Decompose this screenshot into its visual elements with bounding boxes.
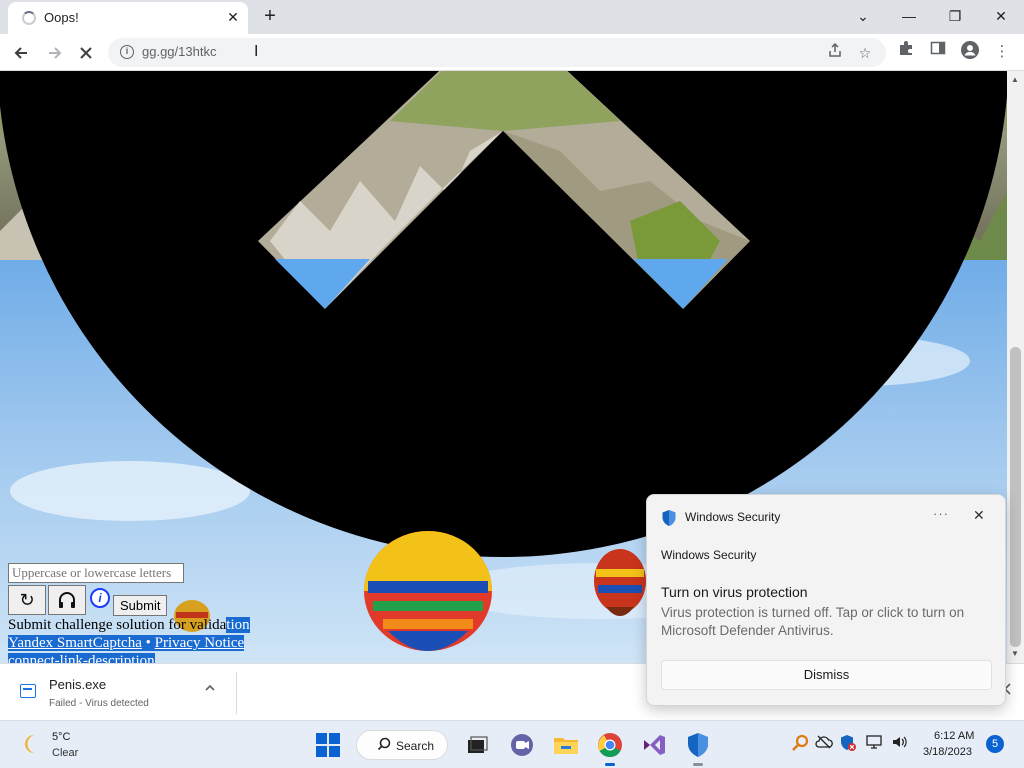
download-options-chevron-icon[interactable] (204, 682, 216, 697)
stop-loading-icon[interactable] (73, 40, 99, 66)
tab-close-icon[interactable]: ✕ (224, 8, 242, 26)
window-close-button[interactable]: ✕ (981, 4, 1021, 28)
windows-security-notification[interactable]: Windows Security ··· ✕ Windows Security … (646, 494, 1006, 706)
notification-count-badge[interactable]: 5 (986, 735, 1004, 753)
clock-time[interactable]: 6:12 AM (934, 730, 974, 742)
toast-body: Virus protection is turned off. Tap or c… (661, 605, 965, 638)
privacy-notice-link[interactable]: Privacy Notice (154, 635, 245, 651)
balloon-large (364, 531, 492, 651)
submit-caption: Submit challenge solution for validation (8, 616, 250, 634)
extensions-puzzle-icon[interactable] (894, 40, 918, 64)
search-icon (377, 737, 391, 754)
tray-security-warning-icon[interactable] (838, 734, 858, 754)
tray-search-magnifier-icon[interactable] (790, 734, 810, 754)
task-view-icon[interactable] (462, 731, 490, 759)
defender-running-indicator (693, 763, 703, 766)
network-icon[interactable] (864, 734, 884, 754)
restore-button[interactable]: ❐ (935, 4, 975, 28)
browser-tab-strip: Oops! ✕ + ⌄ — ❐ ✕ (0, 0, 1024, 34)
minimize-button[interactable]: — (889, 4, 929, 28)
taskbar-search[interactable]: Search (356, 730, 448, 760)
bookmark-star-icon[interactable]: ☆ (854, 42, 876, 64)
crescent-moon-icon[interactable] (20, 733, 42, 755)
download-divider (236, 672, 237, 714)
dismiss-button[interactable]: Dismiss (661, 660, 992, 690)
scroll-thumb[interactable] (1010, 347, 1021, 647)
smartcaptcha-link[interactable]: Yandex SmartCaptcha (8, 635, 142, 651)
browser-toolbar: i gg.gg/13htkc I ☆ ⋮ (0, 34, 1024, 71)
weather-condition[interactable]: Clear (52, 747, 78, 759)
onedrive-offline-icon[interactable] (814, 734, 834, 754)
volume-icon[interactable] (890, 734, 910, 754)
weather-temperature[interactable]: 5°C (52, 731, 70, 743)
url-text[interactable]: gg.gg/13htkc (142, 44, 216, 59)
captcha-audio-button[interactable] (48, 585, 86, 615)
submit-caption-part3: tion (226, 617, 250, 633)
tab-title: Oops! (44, 10, 79, 25)
loading-spinner-icon (22, 11, 36, 25)
connect-link-line: connect-link-description (8, 652, 155, 663)
share-icon[interactable] (824, 42, 846, 64)
text-cursor-icon: I (254, 43, 259, 60)
browser-menu-icon[interactable]: ⋮ (990, 40, 1014, 64)
teams-chat-icon[interactable] (508, 731, 536, 759)
submit-caption-part2: for valida (168, 617, 227, 633)
captcha-info-icon[interactable]: i (90, 588, 110, 608)
tab-search-icon[interactable]: ⌄ (843, 4, 883, 28)
toast-close-icon[interactable]: ✕ (973, 507, 985, 524)
clock-date[interactable]: 3/18/2023 (923, 746, 972, 758)
toast-more-options-icon[interactable]: ··· (933, 506, 949, 521)
side-panel-icon[interactable] (926, 40, 950, 64)
search-label: Search (396, 739, 435, 753)
visual-studio-icon[interactable] (640, 731, 668, 759)
page-scrollbar[interactable]: ▲ ▼ (1007, 71, 1024, 663)
browser-tab-active[interactable]: Oops! ✕ (8, 2, 248, 34)
profile-avatar-icon[interactable] (958, 40, 982, 64)
chrome-icon[interactable] (596, 731, 624, 759)
toast-subtitle: Windows Security (661, 548, 757, 562)
desktop-screen: Oops! ✕ + ⌄ — ❐ ✕ i gg.gg/13htkc I ☆ ⋮ U… (0, 0, 1024, 768)
back-arrow-icon[interactable] (9, 40, 35, 66)
captcha-submit-button[interactable]: Submit (113, 595, 168, 616)
submit-caption-part1: Submit challenge solution (8, 617, 169, 633)
scroll-up-arrow-icon[interactable]: ▲ (1011, 75, 1019, 84)
forward-arrow-icon[interactable] (41, 40, 67, 66)
windows-security-shield-icon (662, 510, 676, 526)
download-file-name[interactable]: Penis.exe (49, 677, 106, 692)
captcha-refresh-button[interactable]: ↻ (8, 585, 46, 615)
captcha-links: Yandex SmartCaptcha • Privacy Notice (8, 634, 245, 652)
connect-link[interactable]: connect-link-description (8, 653, 155, 663)
chrome-active-indicator (605, 763, 615, 766)
new-tab-button[interactable]: + (258, 5, 282, 29)
file-explorer-icon[interactable] (552, 731, 580, 759)
toast-app-name: Windows Security (685, 510, 781, 524)
address-bar[interactable]: i gg.gg/13htkc I ☆ (108, 38, 886, 67)
scroll-down-arrow-icon[interactable]: ▼ (1011, 649, 1019, 658)
windows-taskbar: 5°C Clear Search 6:12 AM 3/18/2023 5 (0, 720, 1024, 768)
toast-heading: Turn on virus protection (661, 584, 808, 600)
defender-shield-icon[interactable] (684, 731, 712, 759)
download-status: Failed - Virus detected (49, 698, 149, 709)
site-info-icon[interactable]: i (120, 45, 134, 59)
start-icon[interactable] (314, 731, 342, 759)
link-separator: • (141, 635, 155, 651)
captcha-answer-input[interactable] (8, 563, 184, 583)
file-icon (20, 684, 36, 698)
